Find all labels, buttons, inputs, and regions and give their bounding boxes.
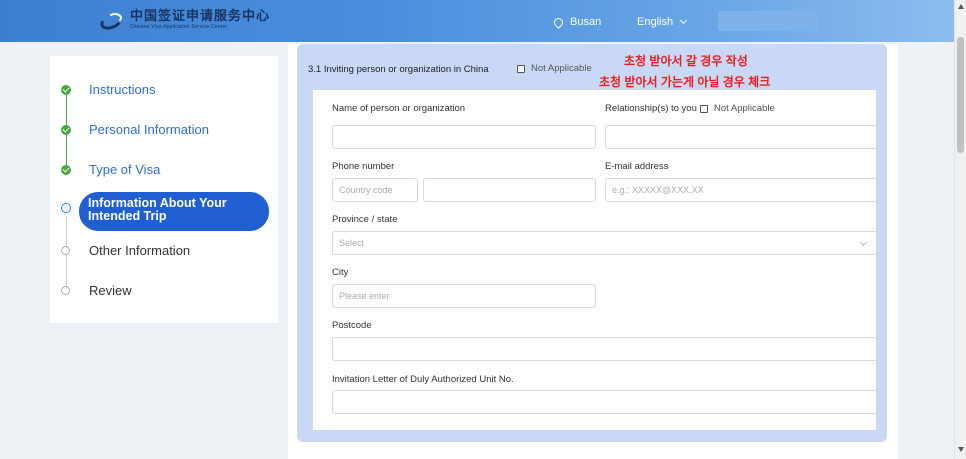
form-fields-area: Name of person or organization Relations… [313,90,877,430]
language-label: English [637,16,674,28]
invitation-letter-input[interactable] [332,390,877,414]
step-personal-information[interactable]: Personal Information [50,115,278,145]
name-field-label: Name of person or organization [332,103,466,114]
current-step-circle-icon [61,203,71,213]
name-input[interactable] [332,125,596,149]
section-title: 3.1 Inviting person or organization in C… [308,64,489,75]
phone-field-label: Phone number [332,161,395,172]
city-field-label: City [332,267,349,278]
email-input[interactable]: e.g.: XXXXX@XXX.XX [605,178,877,202]
check-icon [61,165,71,175]
relationship-input[interactable] [605,125,877,149]
invitation-letter-field-label: Invitation Letter of Duly Authorized Uni… [332,374,514,385]
step-other-information[interactable]: Other Information [50,236,278,266]
step-type-of-visa[interactable]: Type of Visa [50,155,278,185]
postcode-field-label: Postcode [332,320,372,331]
location-selector[interactable]: Busan [552,15,602,29]
relationship-field-label: Relationship(s) to you [605,103,697,114]
section-not-applicable-checkbox[interactable]: Not Applicable [517,63,592,74]
checkbox-icon[interactable] [517,64,525,73]
check-icon [61,125,71,135]
scroll-up-arrow-icon[interactable] [958,4,964,9]
logo-icon [98,11,124,32]
step-label: Type of Visa [89,162,161,177]
email-field-label: E-mail address [605,161,669,172]
logo-chinese-text: 中国签证申请服务中心 [130,9,271,24]
annotation-check-if-not-invited: 초청 받아서 가는게 아닐 경우 체크 [599,75,771,89]
province-select[interactable]: Select [332,231,877,255]
phone-number-input[interactable] [423,178,596,202]
location-pin-icon [552,15,565,29]
page-scrollbar[interactable] [954,0,966,459]
pending-step-circle-icon [61,246,70,255]
chevron-down-icon [859,238,868,247]
step-instructions[interactable]: Instructions [50,75,278,105]
step-label: Information About Your Intended Trip [88,196,227,223]
relationship-not-applicable-checkbox[interactable]: Not Applicable [700,103,775,114]
pending-step-circle-icon [61,286,70,295]
step-label: Personal Information [89,122,209,137]
scroll-thumb[interactable] [957,37,964,153]
step-label: Instructions [89,82,156,97]
step-intended-trip[interactable]: Information About Your Intended Trip [50,192,278,231]
form-panel: 3.1 Inviting person or organization in C… [288,44,898,459]
province-field-label: Province / state [332,214,398,225]
scroll-down-arrow-icon[interactable] [958,447,964,452]
city-input[interactable]: Please enter [332,284,596,308]
country-code-input[interactable]: Country code [332,178,418,202]
checkbox-label: Not Applicable [714,103,775,114]
checkbox-label: Not Applicable [531,63,592,74]
top-header: 中国签证申请服务中心 Chinese Visa Application Serv… [0,0,954,42]
annotation-fill-if-invited: 초청 받아서 갈 경우 작성 [624,54,748,68]
site-logo[interactable]: 中国签证申请服务中心 Chinese Visa Application Serv… [98,9,271,32]
location-label: Busan [570,16,602,28]
province-select-value: Select [339,238,365,248]
step-review[interactable]: Review [50,276,278,306]
inviting-party-section: 3.1 Inviting person or organization in C… [297,44,887,442]
check-icon [61,85,71,95]
step-label: Review [89,283,132,298]
chevron-down-icon [680,16,688,25]
user-account-redacted[interactable] [718,11,818,31]
language-selector[interactable]: English [637,16,688,28]
step-label: Other Information [89,243,191,258]
progress-sidebar: Instructions Personal Information Type o… [50,56,278,323]
logo-english-text: Chinese Visa Application Service Center [130,24,228,30]
checkbox-icon[interactable] [700,104,708,113]
postcode-input[interactable] [332,337,877,361]
